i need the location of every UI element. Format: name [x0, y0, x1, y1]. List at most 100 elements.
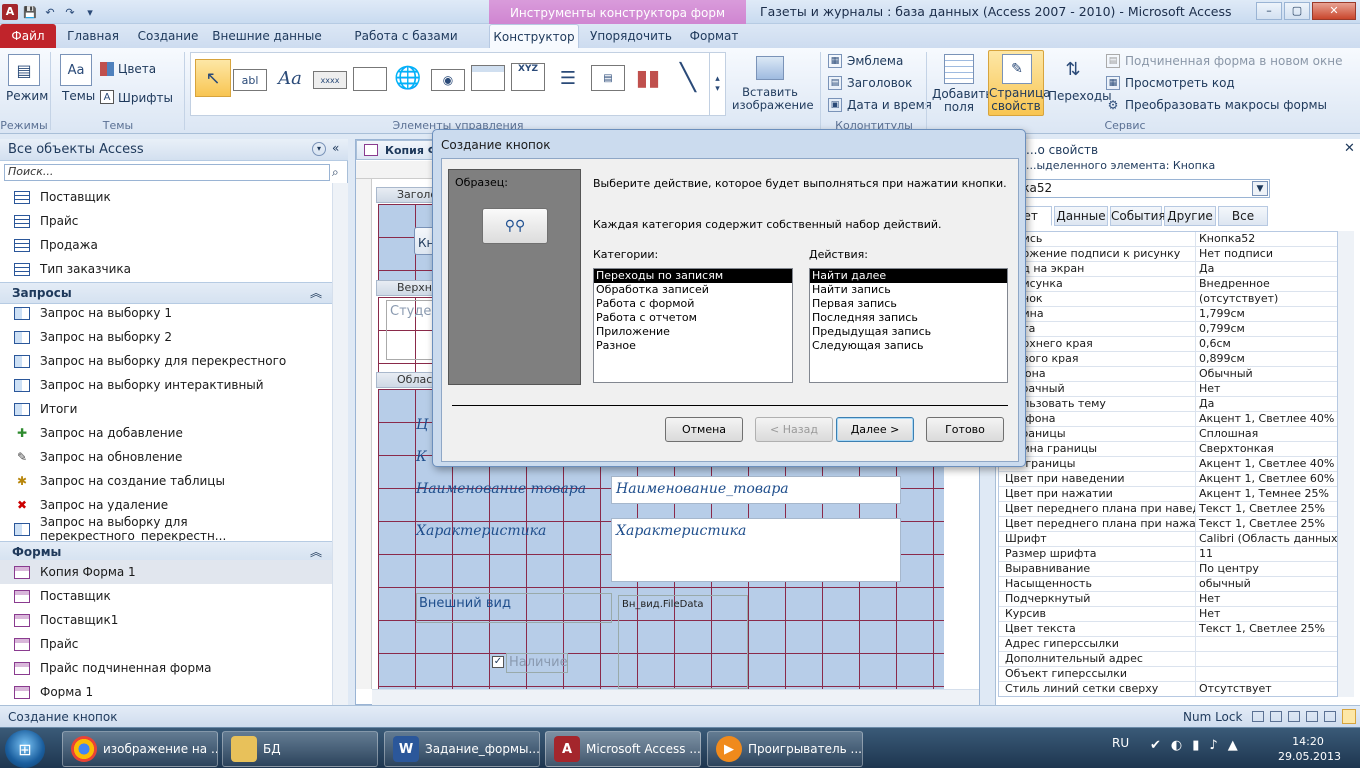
- nav-item-table[interactable]: Тип заказчика: [0, 257, 332, 281]
- property-value[interactable]: Нет: [1196, 592, 1337, 606]
- property-row[interactable]: ...ерхнего края 0,6см: [999, 337, 1337, 352]
- property-scrollbar[interactable]: [1338, 231, 1354, 697]
- search-icon[interactable]: ⌕: [332, 165, 339, 180]
- property-row[interactable]: Цвет текста Текст 1, Светлее 25%: [999, 622, 1337, 637]
- chart-view-icon[interactable]: [1324, 711, 1336, 722]
- start-button[interactable]: ⊞: [5, 730, 45, 768]
- insert-image-icon[interactable]: [756, 56, 784, 80]
- nav-item-form[interactable]: Прайс подчиненная форма: [0, 656, 332, 680]
- property-row[interactable]: ...ота0,799см: [999, 322, 1337, 337]
- nav-item-form[interactable]: Форма 1: [0, 680, 332, 704]
- clock[interactable]: 14:20 29.05.2013: [1278, 734, 1341, 764]
- design-horizontal-scrollbar[interactable]: [372, 689, 979, 705]
- prop-tab-events[interactable]: События: [1110, 206, 1166, 226]
- property-row[interactable]: Курсив Нет: [999, 607, 1337, 622]
- name-field-textbox[interactable]: Наименование_товара: [611, 476, 901, 504]
- property-value[interactable]: Отсутствует: [1196, 682, 1337, 696]
- nav-item-query[interactable]: Запрос на выборку 1: [0, 301, 332, 325]
- textbox-control-icon[interactable]: abl: [233, 69, 267, 91]
- property-value[interactable]: Нет подписи: [1196, 247, 1337, 261]
- customize-qat-icon[interactable]: ▾: [82, 4, 98, 20]
- back-button[interactable]: < Назад: [755, 417, 833, 442]
- property-value[interactable]: 0,6см: [1196, 337, 1337, 351]
- tab-home[interactable]: Главная: [62, 24, 124, 48]
- property-value[interactable]: Акцент 1, Светлее 40%: [1196, 457, 1337, 471]
- nav-item-query[interactable]: Итоги: [0, 397, 332, 421]
- option-group-icon[interactable]: XYZ: [511, 63, 545, 91]
- gallery-scroll[interactable]: ▴ ▾: [709, 53, 725, 115]
- select-pointer-icon[interactable]: ↖: [195, 59, 231, 97]
- property-value[interactable]: Текст 1, Светлее 25%: [1196, 517, 1337, 531]
- property-value[interactable]: Сплошная: [1196, 427, 1337, 441]
- finish-button[interactable]: Готово: [926, 417, 1004, 442]
- categories-list[interactable]: Переходы по записям Обработка записей Ра…: [593, 268, 793, 383]
- web-browser-control-icon[interactable]: ◉: [431, 69, 465, 91]
- actions-list[interactable]: Найти далее Найти запись Первая запись П…: [809, 268, 1008, 383]
- list-item[interactable]: Найти запись: [810, 283, 1007, 297]
- property-value[interactable]: Да: [1196, 397, 1337, 411]
- tab-file[interactable]: Файл: [0, 24, 56, 48]
- property-row[interactable]: Цвет переднего плана при нажатии Текст 1,…: [999, 517, 1337, 532]
- logo-button[interactable]: Эмблема: [847, 54, 903, 68]
- property-value[interactable]: Нет: [1196, 607, 1337, 621]
- property-value[interactable]: 0,799см: [1196, 322, 1337, 336]
- characteristic-field-textbox[interactable]: Характеристика: [611, 518, 901, 582]
- property-row[interactable]: Подчеркнутый Нет: [999, 592, 1337, 607]
- property-value[interactable]: 0,899см: [1196, 352, 1337, 366]
- undo-icon[interactable]: ↶: [42, 4, 58, 20]
- tab-format[interactable]: Формат: [683, 24, 745, 48]
- property-row[interactable]: ...письКнопка52: [999, 232, 1337, 247]
- property-row[interactable]: ...ложение подписи к рисунку Нет подписи: [999, 247, 1337, 262]
- line-control-icon[interactable]: ╲: [671, 61, 705, 95]
- nav-item-query[interactable]: Запрос на выборку для перекрестного: [0, 349, 332, 373]
- page-header-label[interactable]: Студе: [386, 300, 436, 360]
- property-row[interactable]: ...рина1,799см: [999, 307, 1337, 322]
- property-row[interactable]: Насыщенность обычный: [999, 577, 1337, 592]
- nav-item-form[interactable]: Поставщик1: [0, 608, 332, 632]
- property-row[interactable]: Цвет при нажатии Акцент 1, Темнее 25%: [999, 487, 1337, 502]
- property-value[interactable]: Текст 1, Светлее 25%: [1196, 622, 1337, 636]
- property-value[interactable]: Кнопка52: [1196, 232, 1337, 246]
- nav-scrollbar[interactable]: [332, 183, 348, 705]
- nav-item-query[interactable]: Запрос на выборку 2: [0, 325, 332, 349]
- tab-order-icon[interactable]: ⇅: [1058, 54, 1088, 84]
- property-sheet-button[interactable]: ✎ Страница свойств: [988, 50, 1051, 116]
- taskbar-chrome[interactable]: изображение на ...: [62, 731, 218, 767]
- property-value[interactable]: 1,799см: [1196, 307, 1337, 321]
- property-row[interactable]: ...т границы Акцент 1, Светлее 40%: [999, 457, 1337, 472]
- property-row[interactable]: ...ользовать тему Да: [999, 397, 1337, 412]
- characteristic-field-label[interactable]: Характеристика: [416, 523, 546, 539]
- property-value[interactable]: [1196, 667, 1337, 681]
- nav-item-query[interactable]: Запрос на выборку интерактивный: [0, 373, 332, 397]
- property-row[interactable]: Дополнительный адрес: [999, 652, 1337, 667]
- property-value[interactable]: Акцент 1, Светлее 60%: [1196, 472, 1337, 486]
- list-item[interactable]: Работа с отчетом: [594, 311, 792, 325]
- taskbar-folder[interactable]: БД: [222, 731, 378, 767]
- add-fields-icon[interactable]: [944, 54, 974, 84]
- label-control-icon[interactable]: Aa: [273, 61, 307, 95]
- nav-item-form[interactable]: Прайс: [0, 632, 332, 656]
- property-row[interactable]: Адрес гиперссылки: [999, 637, 1337, 652]
- property-value[interactable]: Акцент 1, Светлее 40%: [1196, 412, 1337, 426]
- next-button[interactable]: Далее >: [836, 417, 914, 442]
- design-view-icon[interactable]: [1342, 709, 1356, 724]
- view-mode-icon[interactable]: ▤: [8, 54, 40, 86]
- insert-image-button[interactable]: Вставить изображение: [732, 86, 814, 112]
- property-value[interactable]: Обычный: [1196, 367, 1337, 381]
- tab-create[interactable]: Создание: [132, 24, 204, 48]
- appearance-attachment-field[interactable]: Вн_вид.FileData: [618, 595, 748, 689]
- property-row[interactable]: Цвет переднего плана при наведе Текст 1, …: [999, 502, 1337, 517]
- close-button[interactable]: ✕: [1312, 2, 1356, 20]
- property-value[interactable]: 11: [1196, 547, 1337, 561]
- layout-view-icon[interactable]: [1288, 711, 1300, 722]
- property-row[interactable]: ...рисунка Внедренное: [999, 277, 1337, 292]
- property-value[interactable]: Акцент 1, Темнее 25%: [1196, 487, 1337, 501]
- property-row[interactable]: Объект гиперссылки: [999, 667, 1337, 682]
- pivot-view-icon[interactable]: [1306, 711, 1318, 722]
- hyperlink-control-icon[interactable]: 🌐: [391, 61, 425, 95]
- nav-item-query[interactable]: Запрос на выборку для перекрестного_пере…: [0, 515, 332, 543]
- list-item[interactable]: Обработка записей: [594, 283, 792, 297]
- property-row[interactable]: ...границы Сплошная: [999, 427, 1337, 442]
- property-row[interactable]: Шрифт Calibri (Область данных): [999, 532, 1337, 547]
- property-row[interactable]: ...зрачный Нет: [999, 382, 1337, 397]
